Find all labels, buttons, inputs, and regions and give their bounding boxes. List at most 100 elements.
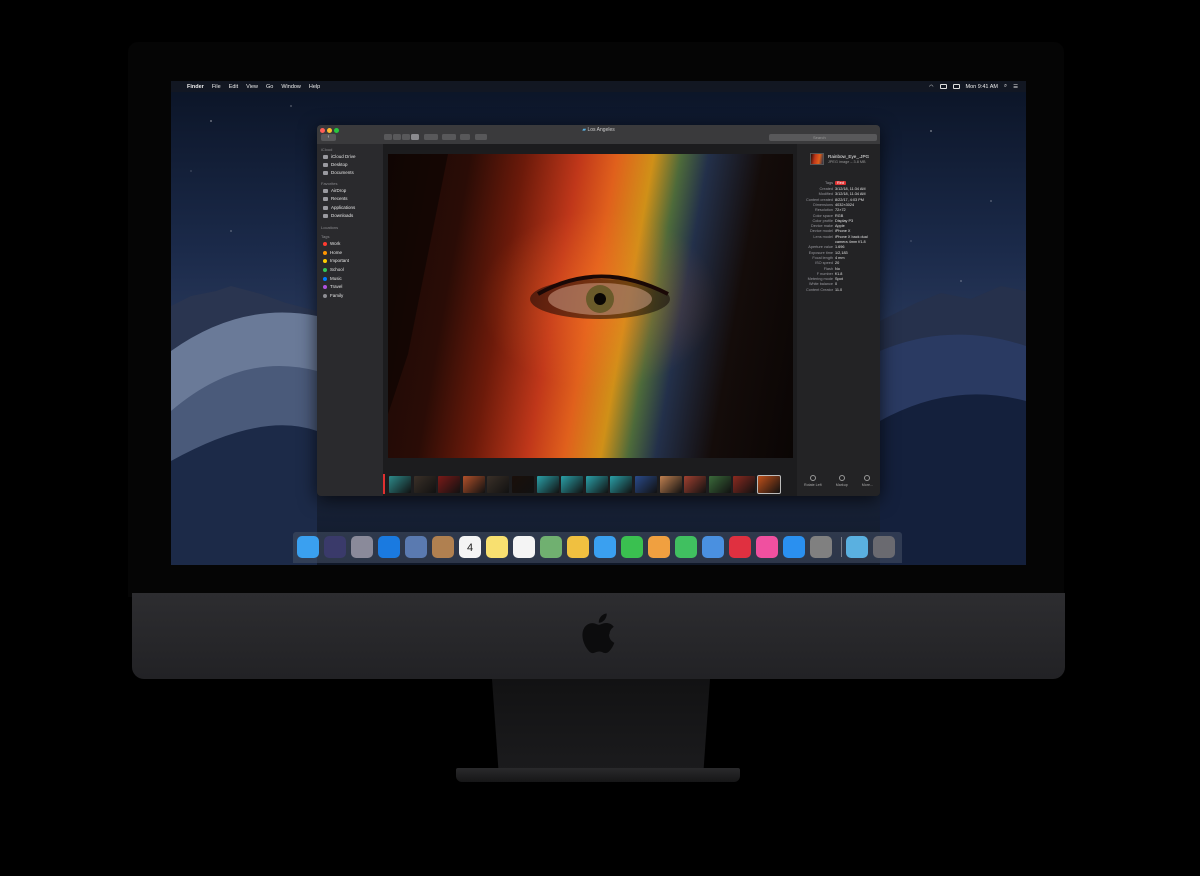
- tag-chip[interactable]: Red: [835, 181, 846, 185]
- numbers-icon[interactable]: [675, 536, 697, 558]
- reminders-icon[interactable]: [513, 536, 535, 558]
- pages-icon[interactable]: [648, 536, 670, 558]
- screen: Finder File Edit View Go Window Help ◠ M…: [171, 81, 1026, 565]
- view-icons-button[interactable]: [384, 134, 392, 140]
- filmstrip-thumb[interactable]: [413, 476, 436, 493]
- calendar-icon[interactable]: 4: [459, 536, 481, 558]
- action-button[interactable]: [442, 134, 456, 140]
- notification-center-icon[interactable]: ☰: [1013, 84, 1018, 90]
- app-store-icon[interactable]: [783, 536, 805, 558]
- menu-help[interactable]: Help: [309, 84, 320, 90]
- filmstrip-thumb[interactable]: [708, 476, 731, 493]
- siri-icon[interactable]: [324, 536, 346, 558]
- sidebar-tag-family[interactable]: Family: [323, 293, 343, 298]
- menu-window[interactable]: Window: [281, 84, 301, 90]
- finder-icon[interactable]: [297, 536, 319, 558]
- menu-finder[interactable]: Finder: [187, 84, 204, 90]
- filmstrip-thumb[interactable]: [635, 476, 657, 493]
- info-value: 0: [835, 282, 838, 287]
- system-preferences-icon[interactable]: [810, 536, 832, 558]
- filmstrip-thumb[interactable]: [512, 476, 534, 493]
- sidebar-tag-travel[interactable]: Travel: [323, 284, 342, 289]
- filmstrip-scroll-marker: [383, 474, 385, 494]
- tags-button[interactable]: [475, 134, 487, 140]
- filmstrip-thumb[interactable]: [389, 476, 411, 493]
- filmstrip-thumb[interactable]: [487, 476, 510, 493]
- filmstrip-thumb[interactable]: [585, 476, 608, 493]
- desktop-icon: [323, 162, 328, 167]
- more-button[interactable]: More...: [862, 475, 873, 487]
- rotate-left-button[interactable]: Rotate Left: [804, 475, 822, 487]
- dock-separator: [841, 537, 842, 557]
- sidebar-item-recents[interactable]: Recents: [323, 196, 348, 201]
- sidebar-item-icloud-drive[interactable]: iCloud Drive: [323, 154, 356, 159]
- search-icon[interactable]: ⌕: [1004, 83, 1007, 90]
- sidebar-tag-music[interactable]: Music: [323, 276, 342, 281]
- trash-icon[interactable]: [873, 536, 895, 558]
- info-value: 8/22/17, 4:03 PM: [835, 197, 864, 202]
- back-button[interactable]: ‹: [321, 134, 336, 141]
- info-value: camera 4mm f/1.8: [835, 240, 866, 244]
- maps-icon[interactable]: [540, 536, 562, 558]
- finder-sidebar: iCloud iCloud Drive Desktop Documents Fa…: [317, 144, 383, 496]
- view-list-button[interactable]: [393, 134, 401, 140]
- contacts-icon[interactable]: [432, 536, 454, 558]
- filmstrip-thumb[interactable]: [733, 476, 756, 493]
- filmstrip-thumb[interactable]: [561, 476, 584, 493]
- filmstrip-thumb[interactable]: [610, 476, 633, 493]
- news-icon[interactable]: [729, 536, 751, 558]
- info-row: Metering mode Spot: [797, 277, 880, 281]
- markup-button[interactable]: Markup: [836, 475, 848, 487]
- info-row: Exposure time 1/2,183: [797, 251, 880, 255]
- sidebar-tag-important[interactable]: Important: [323, 258, 349, 263]
- menu-edit[interactable]: Edit: [229, 84, 238, 90]
- sidebar-item-documents[interactable]: Documents: [323, 170, 354, 175]
- share-button[interactable]: [460, 134, 470, 140]
- sidebar-tag-home[interactable]: Home: [323, 250, 342, 255]
- view-gallery-button[interactable]: [411, 134, 419, 140]
- airplay-icon[interactable]: [939, 84, 947, 89]
- battery-icon[interactable]: [952, 84, 960, 89]
- launchpad-icon[interactable]: [351, 536, 373, 558]
- sidebar-item-airdrop[interactable]: AirDrop: [323, 188, 346, 193]
- facetime-icon[interactable]: [621, 536, 643, 558]
- menu-go[interactable]: Go: [266, 84, 273, 90]
- search-input[interactable]: Search: [769, 134, 877, 141]
- preview-icon[interactable]: [405, 536, 427, 558]
- info-value: No: [835, 266, 840, 271]
- sidebar-header-tags: Tags: [321, 234, 330, 239]
- photos-icon[interactable]: [567, 536, 589, 558]
- filmstrip-thumb[interactable]: [462, 476, 485, 493]
- gallery-photo[interactable]: [388, 154, 793, 458]
- view-columns-button[interactable]: [402, 134, 410, 140]
- wifi-icon[interactable]: ◠: [929, 84, 933, 90]
- menu-view[interactable]: View: [246, 84, 258, 90]
- sidebar-tag-work[interactable]: Work: [323, 241, 340, 246]
- filmstrip-thumb[interactable]: [684, 476, 707, 493]
- menu-file[interactable]: File: [212, 84, 221, 90]
- keynote-icon[interactable]: [702, 536, 724, 558]
- downloads-folder-icon[interactable]: [846, 536, 868, 558]
- group-button[interactable]: [424, 134, 438, 140]
- info-row: ISO speed 20: [797, 261, 880, 265]
- info-row: Lens model iPhone X back dual: [797, 235, 880, 239]
- safari-icon[interactable]: [378, 536, 400, 558]
- filmstrip-thumb[interactable]: [757, 475, 781, 494]
- sidebar-item-downloads[interactable]: Downloads: [323, 213, 353, 218]
- messages-icon[interactable]: [594, 536, 616, 558]
- itunes-icon[interactable]: [756, 536, 778, 558]
- info-key: F number: [816, 271, 833, 276]
- filmstrip-thumb[interactable]: [659, 476, 682, 493]
- filmstrip-thumb[interactable]: [536, 476, 559, 493]
- sidebar-item-applications[interactable]: Applications: [323, 205, 355, 210]
- filmstrip-thumb[interactable]: [438, 476, 461, 493]
- menu-clock[interactable]: Mon 9:41 AM: [966, 84, 998, 90]
- sidebar-header-favorites: Favorites: [321, 181, 338, 186]
- sidebar-tag-school[interactable]: School: [323, 267, 344, 272]
- info-key: Modified: [818, 192, 833, 197]
- sidebar-item-desktop[interactable]: Desktop: [323, 162, 348, 167]
- sidebar-header-icloud: iCloud: [321, 147, 333, 152]
- notes-icon[interactable]: [486, 536, 508, 558]
- info-key: Focal length: [812, 255, 833, 260]
- rotate-left-icon: [809, 475, 816, 481]
